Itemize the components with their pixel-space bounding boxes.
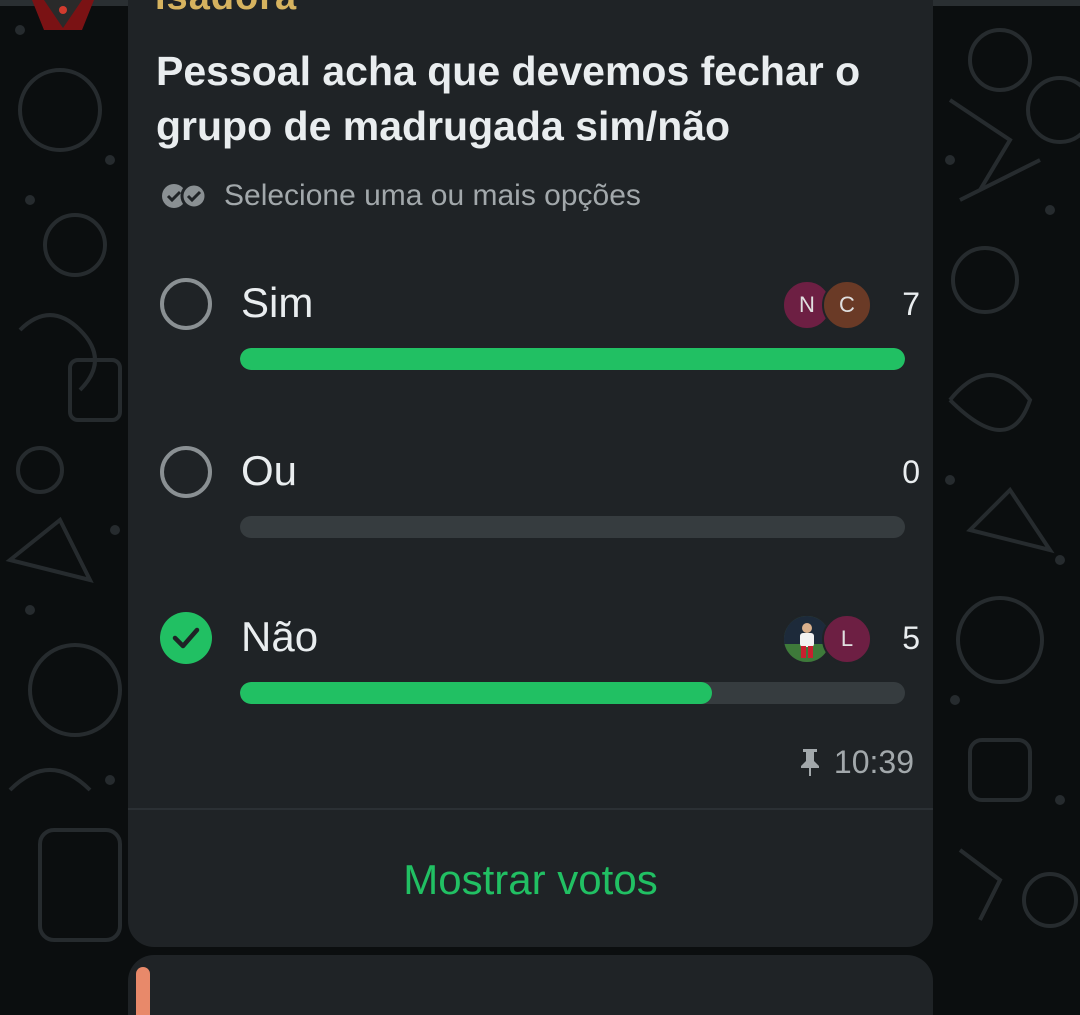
vote-bar-track [240,682,905,704]
multi-select-hint: Selecione uma ou mais opções [160,176,641,216]
show-votes-button[interactable]: Mostrar votos [128,852,933,908]
multi-select-label: Selecione uma ou mais opções [224,179,641,212]
vote-bar-track [240,348,905,370]
vote-bar-fill [240,682,713,704]
voter-avatars[interactable]: N C [778,280,878,332]
message-meta: 10:39 [798,742,914,782]
voter-avatar: C [822,280,872,330]
double-check-icon [162,182,208,210]
option-radio[interactable] [160,278,212,330]
vote-count: 7 [902,286,920,322]
vote-count: 5 [902,620,920,656]
voter-initial: C [839,292,855,317]
option-label: Sim [241,279,314,326]
vote-bar-fill [240,348,905,370]
pin-icon [800,749,819,776]
poll-option-sim[interactable]: Sim N C 7 [160,278,920,388]
poll-option-nao[interactable]: Não L 5 [160,612,920,722]
bubble-divider [128,808,933,810]
vote-bar-track [240,516,905,538]
poll-question: Pessoal acha que devemos fechar o grupo … [156,48,861,149]
option-radio[interactable] [160,446,212,498]
reply-accent [136,967,150,1015]
voter-initial: L [840,626,854,651]
voter-avatar: L [822,614,872,664]
option-radio-checked[interactable] [160,612,212,664]
voter-avatars[interactable]: L [778,614,878,666]
option-label: Ou [241,447,298,494]
next-message-bubble[interactable] [128,955,933,1015]
checkmark-icon [172,627,200,649]
message-time: 10:39 [833,743,914,780]
sender-avatar[interactable] [24,0,102,36]
sender-name[interactable]: Isadora [155,0,297,19]
poll-option-ou[interactable]: Ou 0 [160,446,920,556]
voter-initial: N [799,292,815,317]
vote-count: 0 [902,454,920,490]
option-label: Não [241,613,319,660]
